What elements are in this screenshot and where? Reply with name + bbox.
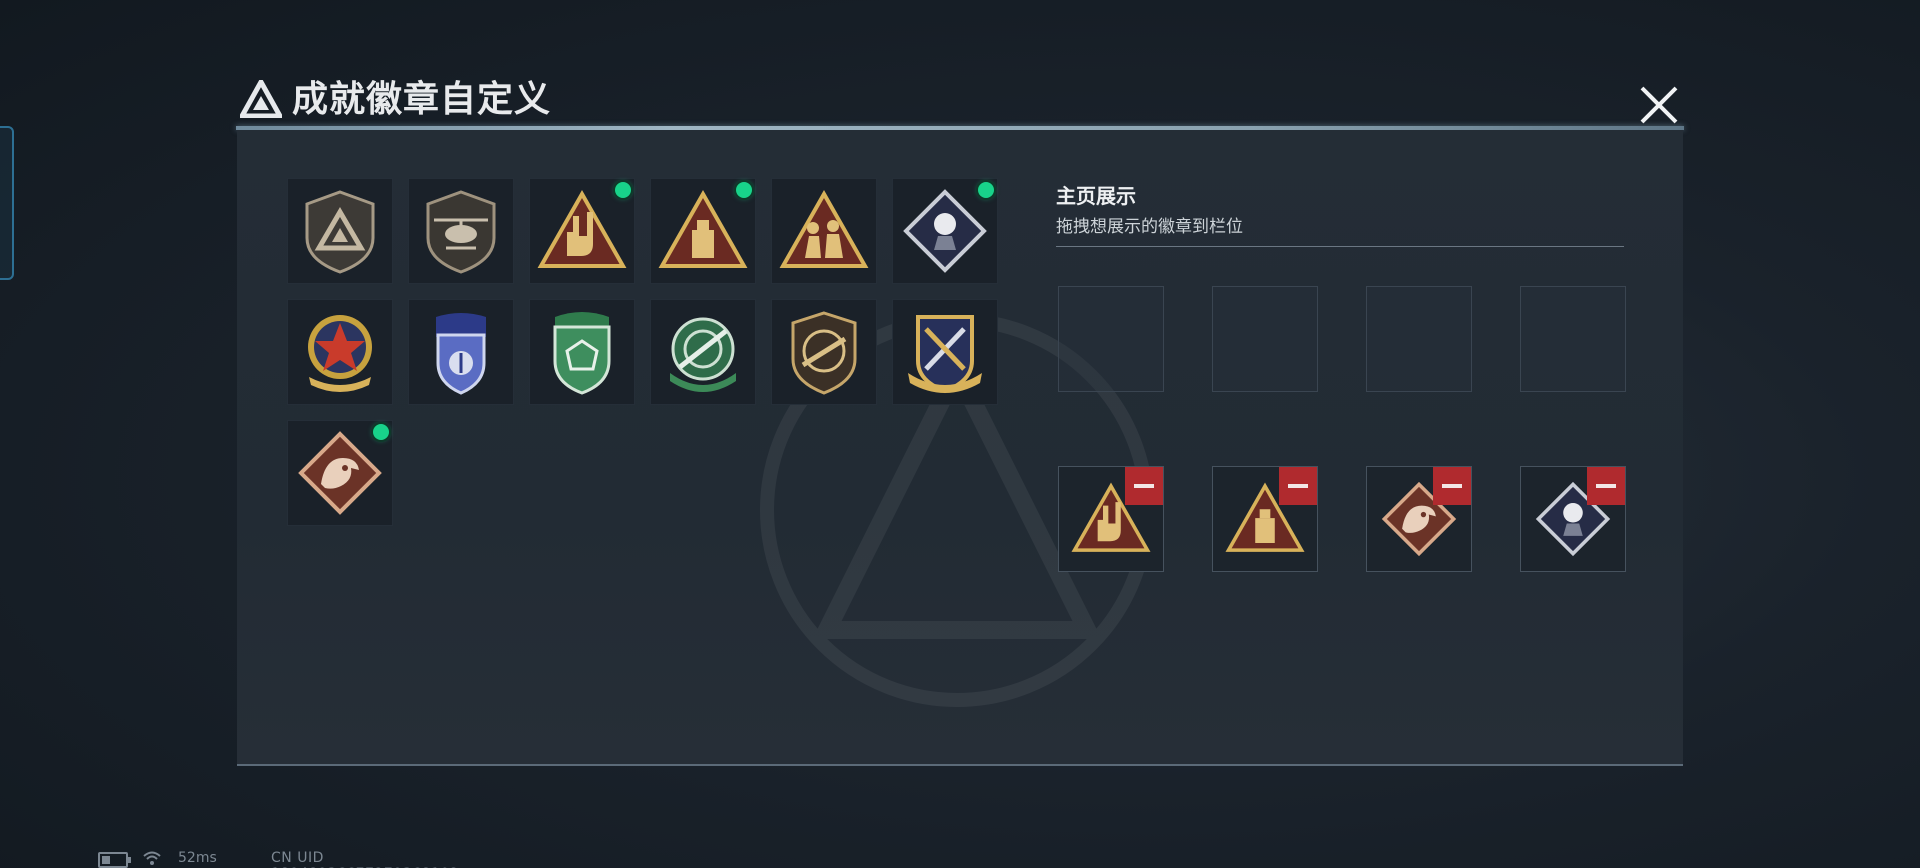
empty-showcase-slot[interactable] [1212,286,1318,392]
showcase-slot[interactable] [1366,466,1472,572]
badge-item[interactable] [771,178,877,284]
showcase-slot[interactable] [1520,466,1626,572]
panel-header: 成就徽章自定义 [236,76,1684,130]
equipped-indicator [615,182,631,198]
badge-item[interactable] [287,420,393,526]
user-uid: CN UID 18948936677279368102​0_2026062522… [271,850,459,868]
wifi-icon [143,851,161,865]
triangle-logo-icon [240,80,282,118]
rock-hand-triangle-badge-icon [537,189,627,268]
navy-sword-crest-badge-icon [908,315,982,394]
badge-item[interactable] [408,299,514,405]
rifle-shield-badge-icon [791,311,857,395]
remove-badge-button[interactable] [1279,467,1317,505]
badge-customize-panel: 主页展示 拖拽想展示的徽章到栏位 [237,130,1683,766]
equipped-indicator [978,182,994,198]
badge-item[interactable] [408,178,514,284]
game-screen: 成就徽章自定义 主页展示 拖拽想展示的徽章到栏位 52ms CN UID [0,0,1920,868]
badge-item[interactable] [529,299,635,405]
showcase-title: 主页展示 [1056,184,1136,208]
triangle-shield-badge-icon [305,190,375,274]
empty-showcase-slot[interactable] [1058,286,1164,392]
remove-badge-button[interactable] [1587,467,1625,505]
blue-police-badge-icon [436,313,486,395]
showcase-slot[interactable] [1058,466,1164,572]
ping-readout: 52ms [178,850,217,866]
usb-triangle-badge-icon [658,189,748,268]
equipped-indicator [373,424,389,440]
dragon-diamond-badge-icon [298,431,382,515]
badge-item[interactable] [529,178,635,284]
battery-icon [98,852,131,868]
green-rifle-crest-badge-icon [670,317,736,392]
showcase-instructions: 拖拽想展示的徽章到栏位 [1056,217,1243,237]
remove-badge-button[interactable] [1125,467,1163,505]
soldiers-triangle-badge-icon [779,189,869,268]
star-medal-badge-icon [308,315,372,392]
equipped-indicator [736,182,752,198]
badge-item[interactable] [892,178,998,284]
helicopter-shield-badge-icon [426,190,496,274]
showcase-slot[interactable] [1212,466,1318,572]
badge-item[interactable] [287,299,393,405]
remove-badge-button[interactable] [1433,467,1471,505]
close-icon[interactable] [1634,80,1684,130]
empty-showcase-slot[interactable] [1366,286,1472,392]
empty-showcase-slot[interactable] [1520,286,1626,392]
rose-diamond-badge-icon [903,189,987,273]
badge-item[interactable] [650,178,756,284]
badge-item[interactable] [287,178,393,284]
showcase-divider [1056,246,1624,247]
green-dice-shield-badge-icon [553,312,611,395]
badge-item[interactable] [650,299,756,405]
side-drawer-handle[interactable] [0,126,14,280]
page-title: 成就徽章自定义 [292,79,552,120]
badge-item[interactable] [771,299,877,405]
badge-item[interactable] [892,299,998,405]
